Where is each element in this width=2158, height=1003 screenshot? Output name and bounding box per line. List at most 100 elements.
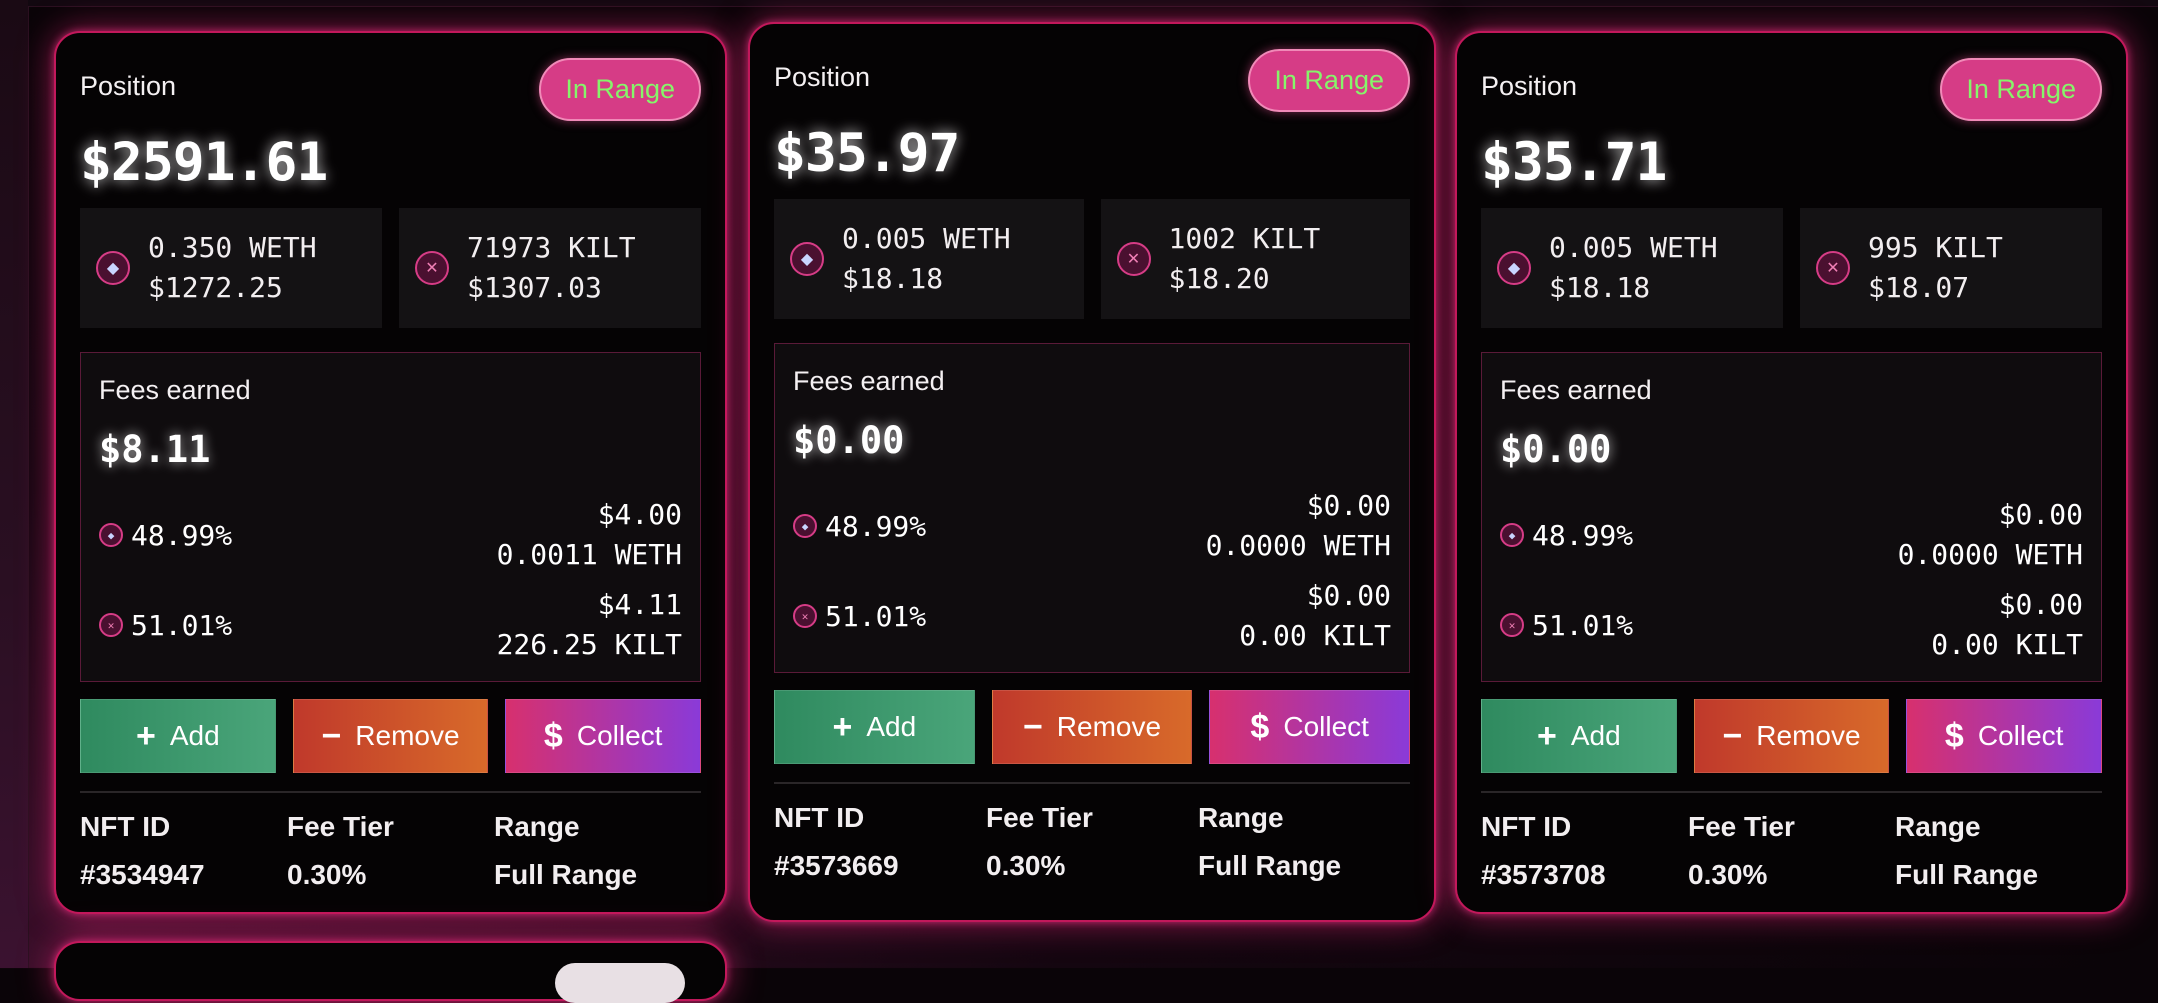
remove-label: Remove (1756, 720, 1861, 751)
range-label: Range (1895, 811, 1981, 842)
nft-id-label: NFT ID (1481, 811, 1572, 842)
minus-icon: − (1722, 716, 1743, 755)
token-amount: 995 KILT (1868, 231, 2003, 264)
fees-total: $0.00 (1500, 428, 1612, 471)
remove-label: Remove (1056, 711, 1162, 742)
token-amount: 0.005 WETH (842, 222, 1011, 255)
eth-icon: ◆ (1497, 251, 1531, 285)
fee-usd: $4.00 (597, 498, 682, 531)
fee-usd: $0.00 (1998, 498, 2083, 531)
fee-percent: 51.01% (131, 608, 233, 642)
top-divider (28, 0, 2158, 7)
position-card-partial (54, 941, 727, 1003)
range-value: Full Range (494, 859, 638, 890)
fee-percent: 48.99% (1532, 518, 1634, 552)
kilt-icon: ✕ (99, 613, 123, 637)
fee-percent: 51.01% (1532, 608, 1634, 642)
fee-amount: 0.0000 WETH (1897, 538, 2083, 571)
dollar-icon: $ (1250, 707, 1270, 746)
fees-total: $8.11 (99, 428, 211, 471)
fee-tier-value: 0.30% (287, 859, 367, 890)
nft-id-value: #3573708 (1481, 859, 1606, 890)
dollar-icon: $ (1944, 716, 1964, 755)
fee-amount: 226.25 KILT (496, 628, 682, 661)
token-usd: $1307.03 (467, 271, 602, 304)
dollar-icon: $ (543, 716, 563, 755)
range-label: Range (1198, 802, 1284, 833)
nft-id-label: NFT ID (774, 802, 865, 833)
collect-label: Collect (1977, 720, 2064, 751)
range-label: Range (494, 811, 580, 842)
fee-row-kilt: ✕ 51.01% $4.11 226.25 KILT (99, 585, 682, 665)
range-value: Full Range (1895, 859, 2039, 890)
add-button[interactable]: + Add (1481, 699, 1677, 773)
add-button[interactable]: + Add (80, 699, 276, 773)
token-amount: 0.350 WETH (148, 231, 317, 264)
position-value: $35.97 (774, 123, 960, 184)
token-box-kilt: ✕ 1002 KILT $18.20 (1100, 199, 1410, 319)
nft-id-value: #3534947 (80, 859, 205, 890)
status-badge: In Range (1248, 49, 1410, 112)
kilt-icon: ✕ (1500, 613, 1524, 637)
position-value: $2591.61 (80, 132, 328, 193)
remove-button[interactable]: − Remove (292, 699, 489, 773)
kilt-icon: ✕ (1116, 242, 1151, 276)
collect-button[interactable]: $ Collect (505, 699, 702, 773)
token-amount: 1002 KILT (1168, 222, 1321, 255)
fee-row-kilt: ✕ 51.01% $0.00 0.00 KILT (793, 576, 1391, 656)
fees-title: Fees earned (99, 375, 251, 405)
status-badge: In Range (539, 58, 701, 121)
fee-row-weth: ◆ 48.99% $0.00 0.0000 WETH (793, 486, 1391, 566)
nft-id-label: NFT ID (80, 811, 171, 842)
token-usd: $18.18 (842, 262, 944, 295)
fee-tier-label: Fee Tier (287, 811, 394, 842)
fee-usd: $4.11 (597, 588, 682, 621)
fee-row-weth: ◆ 48.99% $0.00 0.0000 WETH (1500, 495, 2083, 575)
add-button[interactable]: + Add (774, 690, 975, 764)
fees-total: $0.00 (793, 419, 905, 462)
remove-label: Remove (355, 720, 460, 751)
minus-icon: − (1022, 707, 1043, 746)
position-label: Position (80, 71, 177, 101)
eth-icon: ◆ (793, 514, 817, 538)
plus-icon: + (1536, 716, 1557, 755)
collect-button[interactable]: $ Collect (1906, 699, 2103, 773)
sidebar-edge (0, 0, 29, 968)
token-usd: $18.20 (1168, 262, 1270, 295)
token-box-weth: ◆ 0.005 WETH $18.18 (774, 199, 1084, 319)
fee-tier-label: Fee Tier (1688, 811, 1795, 842)
status-badge: In Range (1940, 58, 2102, 121)
add-label: Add (169, 720, 220, 751)
collect-button[interactable]: $ Collect (1209, 690, 1411, 764)
remove-button[interactable]: − Remove (991, 690, 1193, 764)
fee-amount: 0.0011 WETH (496, 538, 682, 571)
fee-usd: $0.00 (1306, 489, 1391, 522)
fee-row-weth: ◆ 48.99% $4.00 0.0011 WETH (99, 495, 682, 575)
status-badge (555, 963, 685, 1003)
eth-icon: ◆ (99, 523, 123, 547)
position-label: Position (1481, 71, 1578, 101)
eth-icon: ◆ (96, 251, 130, 285)
token-box-weth: ◆ 0.350 WETH $1272.25 (80, 208, 382, 328)
position-card: Position In Range $35.71 ◆ 0.005 WETH $1… (1455, 31, 2128, 914)
position-card: Position In Range $2591.61 ◆ 0.350 WETH … (54, 31, 727, 914)
position-label: Position (774, 62, 871, 92)
fee-tier-value: 0.30% (1688, 859, 1768, 890)
add-label: Add (1570, 720, 1621, 751)
fee-usd: $0.00 (1998, 588, 2083, 621)
remove-button[interactable]: − Remove (1693, 699, 1890, 773)
fees-title: Fees earned (1500, 375, 1652, 405)
token-box-kilt: ✕ 71973 KILT $1307.03 (399, 208, 701, 328)
fee-row-kilt: ✕ 51.01% $0.00 0.00 KILT (1500, 585, 2083, 665)
position-card: Position In Range $35.97 ◆ 0.005 WETH $1… (748, 22, 1436, 922)
eth-icon: ◆ (790, 242, 824, 276)
range-value: Full Range (1198, 850, 1342, 881)
fee-percent: 48.99% (825, 509, 927, 543)
nft-id-value: #3573669 (774, 850, 899, 881)
fee-amount: 0.00 KILT (1931, 628, 2083, 661)
plus-icon: + (135, 716, 156, 755)
token-usd: $18.07 (1868, 271, 1970, 304)
kilt-icon: ✕ (1816, 251, 1850, 285)
plus-icon: + (832, 707, 853, 746)
fee-percent: 51.01% (825, 599, 927, 633)
